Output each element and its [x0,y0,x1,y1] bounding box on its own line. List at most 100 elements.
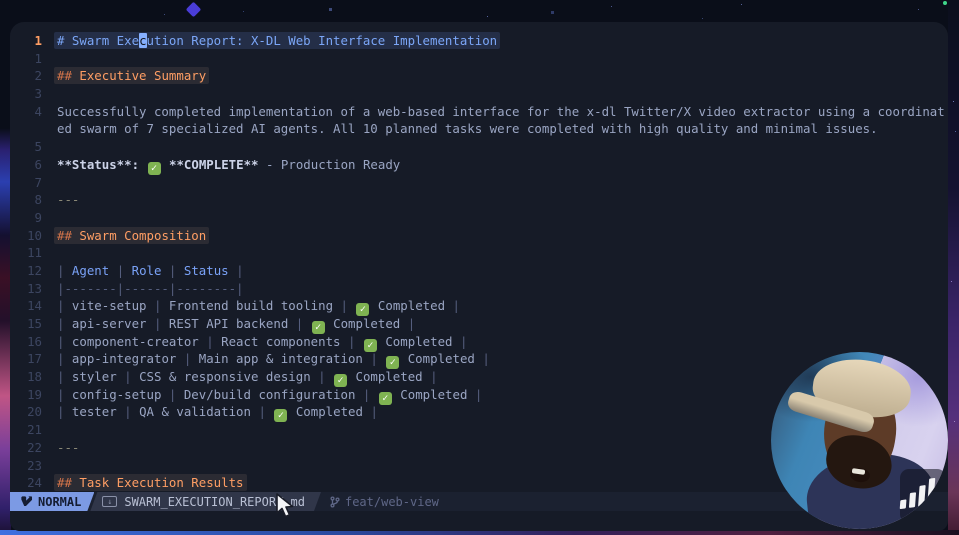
text-segment: vite-setup [72,298,147,313]
text-segment: | [117,369,139,384]
line-number: 16 [10,333,42,351]
text-segment: **COMPLETE** [169,157,259,172]
text-segment: ## [57,68,72,83]
text-segment: | [109,263,131,278]
text-segment: Dev/build configuration [184,387,356,402]
line-number: 23 [10,457,42,475]
text-segment: | [475,351,490,366]
editor-line: 9 [10,209,948,227]
line-text [57,86,64,101]
line-number: 7 [10,174,42,192]
text-segment: Executive Summary [72,68,206,83]
line-number: 22 [10,439,42,457]
text-segment: **Status**: [57,157,139,172]
line-text [57,245,64,260]
line-text: ed swarm of 7 specialized AI agents. All… [57,121,878,136]
line-text: --- [57,192,79,207]
text-segment: | [251,404,273,419]
mouse-cursor [273,493,295,523]
line-text [57,422,64,437]
text-segment: Completed [326,316,401,331]
webcam-overlay[interactable] [771,352,948,529]
text-segment: tester [72,404,117,419]
text-segment: | [57,369,72,384]
text-segment: --- [57,192,79,207]
line-text: | Agent | Role | Status | [57,263,244,278]
text-segment: CSS & responsive design [139,369,311,384]
text-segment: Frontend build tooling [169,298,333,313]
text-segment: Completed [288,404,363,419]
line-text: | component-creator | React components |… [57,334,467,349]
text-segment: Agent [72,263,109,278]
line-text: | app-integrator | Main app & integratio… [57,351,490,366]
text-segment: | [333,298,355,313]
mode-indicator: NORMAL [10,492,94,511]
editor-line: 1# Swarm Execution Report: X-DL Web Inte… [10,32,948,50]
line-number: 1 [10,32,42,50]
text-segment: c [139,33,146,48]
editor-line: 15 | api-server | REST API backend | ✓ Co… [10,315,948,333]
text-segment: | [176,351,198,366]
line-number: 12 [10,262,42,280]
check-emoji: ✓ [274,409,287,422]
text-segment: | [199,334,221,349]
line-number: 3 [10,85,42,103]
text-segment: | [57,351,72,366]
check-emoji: ✓ [148,162,161,175]
text-segment: Successfully completed implementation of… [57,104,945,119]
line-number: 18 [10,368,42,386]
text-segment: | [57,387,72,402]
signal-bars-logo [900,478,936,509]
editor-line: 5 [10,138,948,156]
line-number: 15 [10,315,42,333]
text-segment: Completed [393,387,468,402]
check-emoji: ✓ [379,392,392,405]
line-text: | api-server | REST API backend | ✓ Comp… [57,316,415,331]
editor-line: 16 | component-creator | React components… [10,333,948,351]
line-number: 14 [10,297,42,315]
line-text: --- [57,440,79,455]
line-number: 9 [10,209,42,227]
text-segment: | [363,404,378,419]
line-number: 24 [10,474,42,492]
line-text: | vite-setup | Frontend build tooling | … [57,298,460,313]
text-segment: REST API backend [169,316,288,331]
text-segment: ## [57,475,72,490]
text-segment: component-creator [72,334,199,349]
text-segment: Task Execution Results [72,475,244,490]
text-segment: | [445,298,460,313]
editor-line: 1 [10,50,948,68]
line-text [57,210,64,225]
line-number: 2 [10,67,42,85]
text-segment [139,157,146,172]
line-number: 19 [10,386,42,404]
line-text [57,175,64,190]
text-segment: | [57,316,72,331]
text-segment: | [57,404,72,419]
line-number: 13 [10,280,42,298]
text-segment [162,157,169,172]
text-segment: | [57,334,72,349]
line-text [57,139,64,154]
text-segment: api-server [72,316,147,331]
text-segment: Role [132,263,162,278]
line-text [57,458,64,473]
editor-line: 10## Swarm Composition [10,227,948,245]
line-number: 4 [10,103,42,121]
branch-indicator: feat/web-view [321,492,439,511]
markdown-icon: ↓ [102,496,117,507]
line-text: | styler | CSS & responsive design | ✓ C… [57,369,438,384]
text-segment: | [311,369,333,384]
line-number: 20 [10,403,42,421]
line-number: 11 [10,244,42,262]
line-text: ## Executive Summary [54,67,209,84]
editor-line: 8 --- [10,191,948,209]
line-number: 8 [10,191,42,209]
text-segment: | [341,334,363,349]
editor-line: 11 [10,244,948,262]
wallpaper-diamond [186,2,202,18]
text-segment: |-------|------|--------| [57,281,244,296]
text-segment: --- [57,440,79,455]
text-segment: | [363,351,385,366]
text-segment: React components [221,334,340,349]
